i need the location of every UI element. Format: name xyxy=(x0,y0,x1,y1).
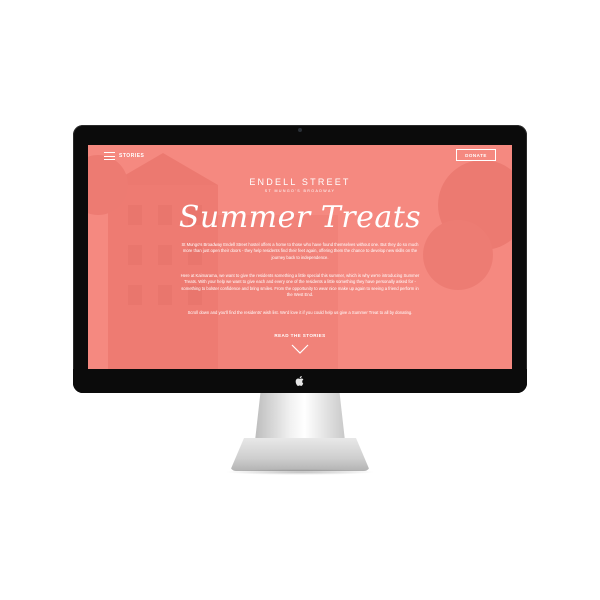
chevron-down-icon[interactable] xyxy=(291,344,309,354)
website-screen: STORIES DONATE ENDELL STREET ST MUNGO'S … xyxy=(88,145,512,369)
monitor-stand-base xyxy=(230,438,370,471)
monitor-bezel: STORIES DONATE ENDELL STREET ST MUNGO'S … xyxy=(73,125,527,393)
monitor-stand-neck xyxy=(255,393,345,441)
read-stories-link[interactable]: READ THE STORIES xyxy=(88,333,512,338)
apple-logo xyxy=(295,376,304,386)
call-to-action-paragraph: Scroll down and you'll find the resident… xyxy=(187,310,413,315)
webcam xyxy=(298,128,302,132)
hamburger-icon[interactable] xyxy=(104,152,115,160)
location-subtitle: ST MUNGO'S BROADWAY xyxy=(264,189,336,193)
menu-label[interactable]: STORIES xyxy=(119,153,144,159)
monitor-chin xyxy=(73,369,527,393)
stand-shadow xyxy=(225,469,375,475)
location-title: ENDELL STREET xyxy=(249,177,351,187)
mission-paragraph: Here at Kaimarama, we want to give the r… xyxy=(180,273,420,298)
menu-toggle[interactable]: STORIES xyxy=(104,152,144,160)
campaign-title: Summer Treats xyxy=(178,200,422,235)
product-mockup: STORIES DONATE ENDELL STREET ST MUNGO'S … xyxy=(0,0,600,600)
donate-button[interactable]: DONATE xyxy=(456,149,496,161)
intro-paragraph: St Mungo's Broadway Endell Street hostel… xyxy=(181,242,419,260)
